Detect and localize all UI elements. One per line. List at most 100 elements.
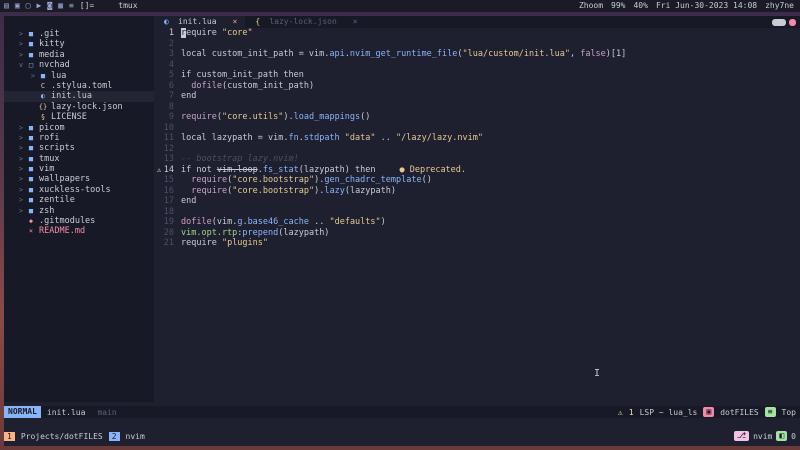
tree-item[interactable]: > ■ kitty (4, 39, 154, 49)
code-line[interactable]: ⚠ 14 if not vim.loop.fs_stat(lazypath) the… (154, 165, 800, 176)
video-icon[interactable]: ▶ (36, 0, 41, 12)
code-text: vim.opt.rtp:prepend(lazypath) (181, 227, 330, 238)
file-icon: C (40, 81, 46, 90)
code-line[interactable]: 15 require("core.bootstrap").gen_chadrc_… (154, 175, 800, 186)
tmux-window-2-index[interactable]: 2 (108, 431, 120, 441)
tab-init-lua[interactable]: ◐ init.lua × (154, 16, 246, 28)
code-text: end (181, 196, 197, 206)
code-line[interactable]: 5 if custom_init_path then (154, 70, 800, 81)
chevron-icon: > (18, 196, 24, 205)
code-line[interactable]: 9 require("core.utils").load_mappings() (154, 112, 800, 123)
line-number: 12 (163, 143, 174, 154)
chevron-icon: > (18, 123, 24, 132)
code-line[interactable]: 11 local lazypath = vim.fn.stdpath "data"… (154, 133, 800, 144)
tree-item[interactable]: § LICENSE (4, 112, 154, 122)
code-line[interactable]: 17 end (154, 196, 800, 207)
session-label: nvim (753, 431, 773, 441)
tree-item-label: .stylua.toml (51, 80, 113, 91)
code-editor[interactable]: 1 require "core" 2 3 local custom_init_path … (154, 28, 800, 402)
code-line[interactable]: 1 require "core" (154, 28, 800, 39)
code-line[interactable]: 7 end (154, 91, 800, 102)
tabline: ◐ init.lua × { lazy-lock.json × (154, 16, 800, 28)
file-icon: ■ (28, 30, 34, 38)
chevron-icon: > (18, 30, 24, 38)
line-number: 5 (168, 70, 174, 80)
close-all-icon[interactable] (789, 18, 796, 26)
volume-status[interactable]: 40% (633, 0, 647, 12)
code-text: if custom_init_path then (181, 70, 304, 80)
code-line[interactable]: 21 require "plugins" (154, 238, 800, 249)
line-number: 2 (168, 38, 174, 49)
tree-item[interactable]: > ■ wallpapers (4, 174, 154, 184)
tree-item[interactable]: > ■ scripts (4, 143, 154, 153)
tree-item[interactable]: v □ nvchad (4, 60, 154, 70)
tree-item[interactable]: {} lazy-lock.json (4, 102, 154, 112)
chevron-icon: > (18, 133, 24, 142)
bars-icon[interactable]: ≡ (69, 0, 74, 12)
code-text: dofile(vim.g.base46_cache .. "defaults") (181, 217, 386, 227)
theme-toggle-icon[interactable] (772, 18, 786, 26)
chevron-icon: > (18, 165, 24, 174)
tree-item[interactable]: × README.md (4, 226, 154, 236)
tree-item[interactable]: > ■ lua (4, 71, 154, 81)
cursor-position: Top (781, 407, 796, 417)
tree-item-label: .git (39, 29, 60, 39)
code-line[interactable]: 16 require("core.bootstrap").lazy(lazypa… (154, 186, 800, 197)
tree-item[interactable]: > ■ media (4, 50, 154, 60)
grid-icon[interactable]: ▦ (58, 0, 63, 12)
chevron-icon: > (18, 154, 24, 163)
tree-item[interactable]: ◐ init.lua (4, 91, 154, 102)
tree-item-label: zsh (39, 205, 55, 216)
tmux-window-2-label[interactable]: nvim (120, 432, 151, 441)
topbar-left: ▤ ▣ ▢ ▶ ◙ ▦ ≡ []= tmux (0, 0, 138, 12)
folder-icon[interactable]: ▣ (15, 0, 20, 12)
terminal-icon[interactable]: ▤ (4, 0, 9, 12)
tab-lazy-lock-json[interactable]: { lazy-lock.json × (245, 16, 365, 28)
tree-item-label: picom (39, 122, 65, 133)
code-line[interactable]: 6 dofile(custom_init_path) (154, 81, 800, 92)
line-number: 7 (168, 91, 174, 101)
tree-item-label: vim (39, 164, 55, 175)
tree-item-label: xuckless-tools (39, 184, 111, 195)
cwd-label: dotFILES (720, 407, 759, 417)
tree-item[interactable]: > ■ .git (4, 29, 154, 39)
tree-item-label: LICENSE (51, 112, 87, 123)
code-line[interactable]: 20 vim.opt.rtp:prepend(lazypath) (154, 228, 800, 239)
tree-item-label: tmux (39, 153, 60, 164)
file-tree[interactable]: > ■ .git > ■ kitty > ■ media v □ nvchad > ■ lua C .stylu… (4, 16, 154, 402)
code-line[interactable]: 10 (154, 123, 800, 134)
tree-item[interactable]: > ■ zentile (4, 195, 154, 205)
tab-controls (772, 16, 800, 28)
camera-icon[interactable]: ◙ (47, 0, 52, 12)
tree-item[interactable]: > ■ rofi (4, 133, 154, 143)
close-icon[interactable]: × (233, 16, 238, 28)
code-line[interactable]: 13 -- bootstrap lazy.nvim! (154, 154, 800, 165)
tree-item[interactable]: > ■ zsh (4, 206, 154, 216)
code-line[interactable]: 4 (154, 60, 800, 71)
close-icon[interactable]: × (353, 16, 358, 28)
files-icon[interactable]: ▢ (26, 0, 31, 12)
tmux-window-1-label[interactable]: Projects/dotFILES (15, 432, 109, 441)
tree-item[interactable]: > ■ xuckless-tools (4, 185, 154, 195)
pane-icon: ◧ (776, 431, 788, 441)
tree-item[interactable]: C .stylua.toml (4, 81, 154, 91)
code-line[interactable]: 18 (154, 207, 800, 218)
layout-indicator[interactable]: []= (80, 0, 94, 12)
tree-item[interactable]: > ■ vim (4, 164, 154, 174)
tmux-window-1-index[interactable]: 1 (4, 431, 15, 441)
line-number: 10 (163, 122, 174, 133)
file-icon: ■ (28, 154, 34, 163)
tree-item-label: zentile (39, 195, 75, 206)
code-line[interactable]: 19 dofile(vim.g.base46_cache .. "defaults… (154, 217, 800, 228)
code-line[interactable]: 2 (154, 39, 800, 50)
tree-item[interactable]: ◆ .gitmodules (4, 216, 154, 226)
tree-item[interactable]: > ■ tmux (4, 154, 154, 164)
chevron-icon: v (18, 61, 24, 70)
clock: Fri Jun-30-2023 14:08 (655, 1, 758, 10)
code-line[interactable]: 3 local custom_init_path = vim.api.nvim_g… (154, 49, 800, 60)
tree-item[interactable]: > ■ picom (4, 123, 154, 133)
tmux-statusbar: 1 Projects/dotFILES 2 nvim ⎇ nvim ◧ 0 (4, 430, 800, 442)
code-line[interactable]: 8 (154, 102, 800, 113)
code-line[interactable]: 12 (154, 144, 800, 155)
line-number: 1 (168, 28, 174, 38)
